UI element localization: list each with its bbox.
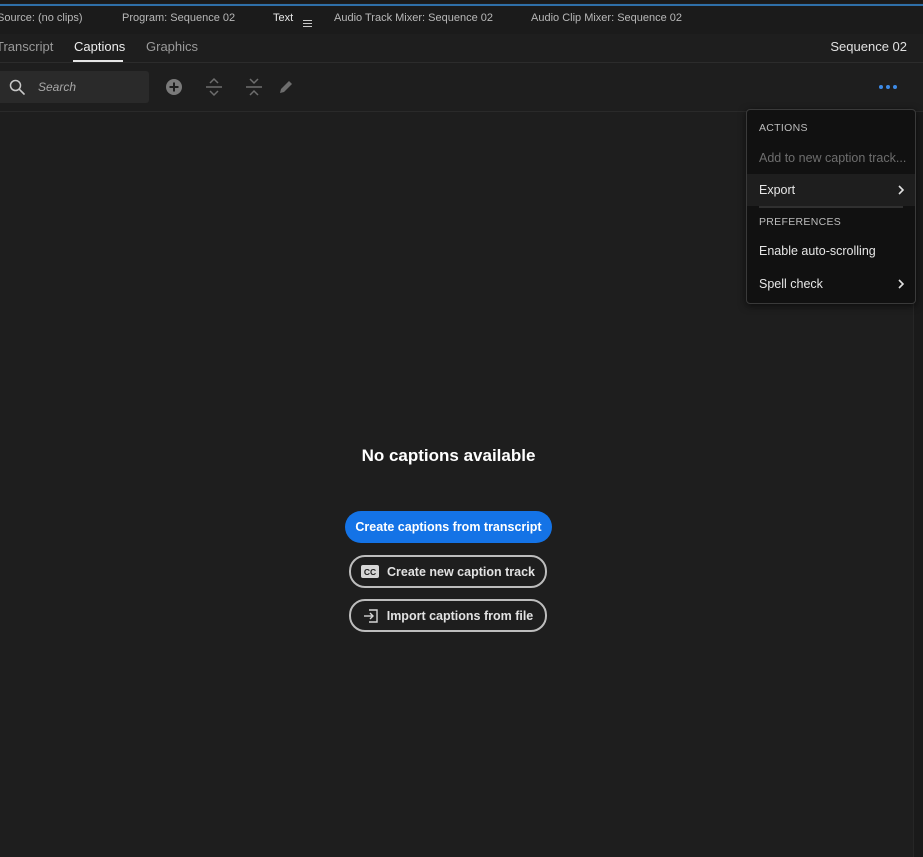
menu-item-label: Enable auto-scrolling (759, 244, 876, 258)
chevron-right-icon (898, 279, 905, 289)
menu-item-enable-auto-scrolling[interactable]: Enable auto-scrolling (747, 235, 915, 267)
tab-text[interactable]: Text (273, 12, 293, 24)
import-captions-from-file-button[interactable]: Import captions from file (349, 599, 547, 632)
menu-section-preferences: PREFERENCES (759, 216, 842, 228)
tab-audio-clip-mixer[interactable]: Audio Clip Mixer: Sequence 02 (531, 12, 682, 24)
menu-item-label: Add to new caption track... (759, 151, 907, 165)
menu-item-label: Spell check (759, 277, 823, 291)
button-label: Create captions from transcript (355, 520, 542, 534)
panel-menu-icon[interactable] (303, 20, 312, 29)
search-icon (9, 79, 25, 95)
menu-item-label: Export (759, 183, 796, 197)
add-caption-icon[interactable] (164, 77, 184, 97)
button-label: Create new caption track (387, 564, 535, 579)
menu-item-add-to-new-caption-track[interactable]: Add to new caption track... (747, 142, 915, 174)
tab-transcript[interactable]: Transcript (0, 39, 53, 54)
more-options-icon[interactable] (876, 79, 900, 95)
tab-captions[interactable]: Captions (74, 39, 125, 54)
search-box (0, 71, 149, 103)
panel-tab-bar: Source: (no clips) Program: Sequence 02 … (0, 6, 923, 37)
chevron-right-icon (898, 185, 905, 195)
text-subtab-bar: Transcript Captions Graphics Sequence 02 (0, 34, 923, 63)
text-panel: Source: (no clips) Program: Sequence 02 … (0, 0, 923, 857)
menu-section-actions: ACTIONS (759, 122, 808, 134)
options-dropdown-menu: ACTIONS Add to new caption track... Expo… (746, 109, 916, 304)
edit-pencil-icon[interactable] (276, 77, 296, 97)
tab-source[interactable]: Source: (no clips) (0, 12, 83, 24)
menu-divider (759, 206, 903, 208)
captions-toolbar (0, 63, 923, 112)
split-caption-icon[interactable] (204, 77, 224, 97)
window-top-border (0, 0, 923, 3)
create-new-caption-track-button[interactable]: CC Create new caption track (349, 555, 547, 588)
import-file-icon (363, 608, 379, 624)
tab-graphics[interactable]: Graphics (146, 39, 198, 54)
svg-text:CC: CC (364, 567, 376, 577)
search-input[interactable] (38, 78, 143, 96)
closed-caption-icon: CC (361, 565, 380, 578)
button-label: Import captions from file (386, 608, 534, 623)
menu-item-spell-check[interactable]: Spell check (747, 268, 915, 300)
tab-program[interactable]: Program: Sequence 02 (122, 12, 235, 24)
menu-item-export[interactable]: Export (747, 174, 915, 206)
active-subtab-indicator (73, 60, 123, 62)
merge-caption-icon[interactable] (244, 77, 264, 97)
create-captions-from-transcript-button[interactable]: Create captions from transcript (345, 511, 552, 543)
tab-audio-track-mixer[interactable]: Audio Track Mixer: Sequence 02 (334, 12, 493, 24)
empty-state-title: No captions available (361, 446, 536, 465)
sequence-name: Sequence 02 (830, 39, 907, 54)
